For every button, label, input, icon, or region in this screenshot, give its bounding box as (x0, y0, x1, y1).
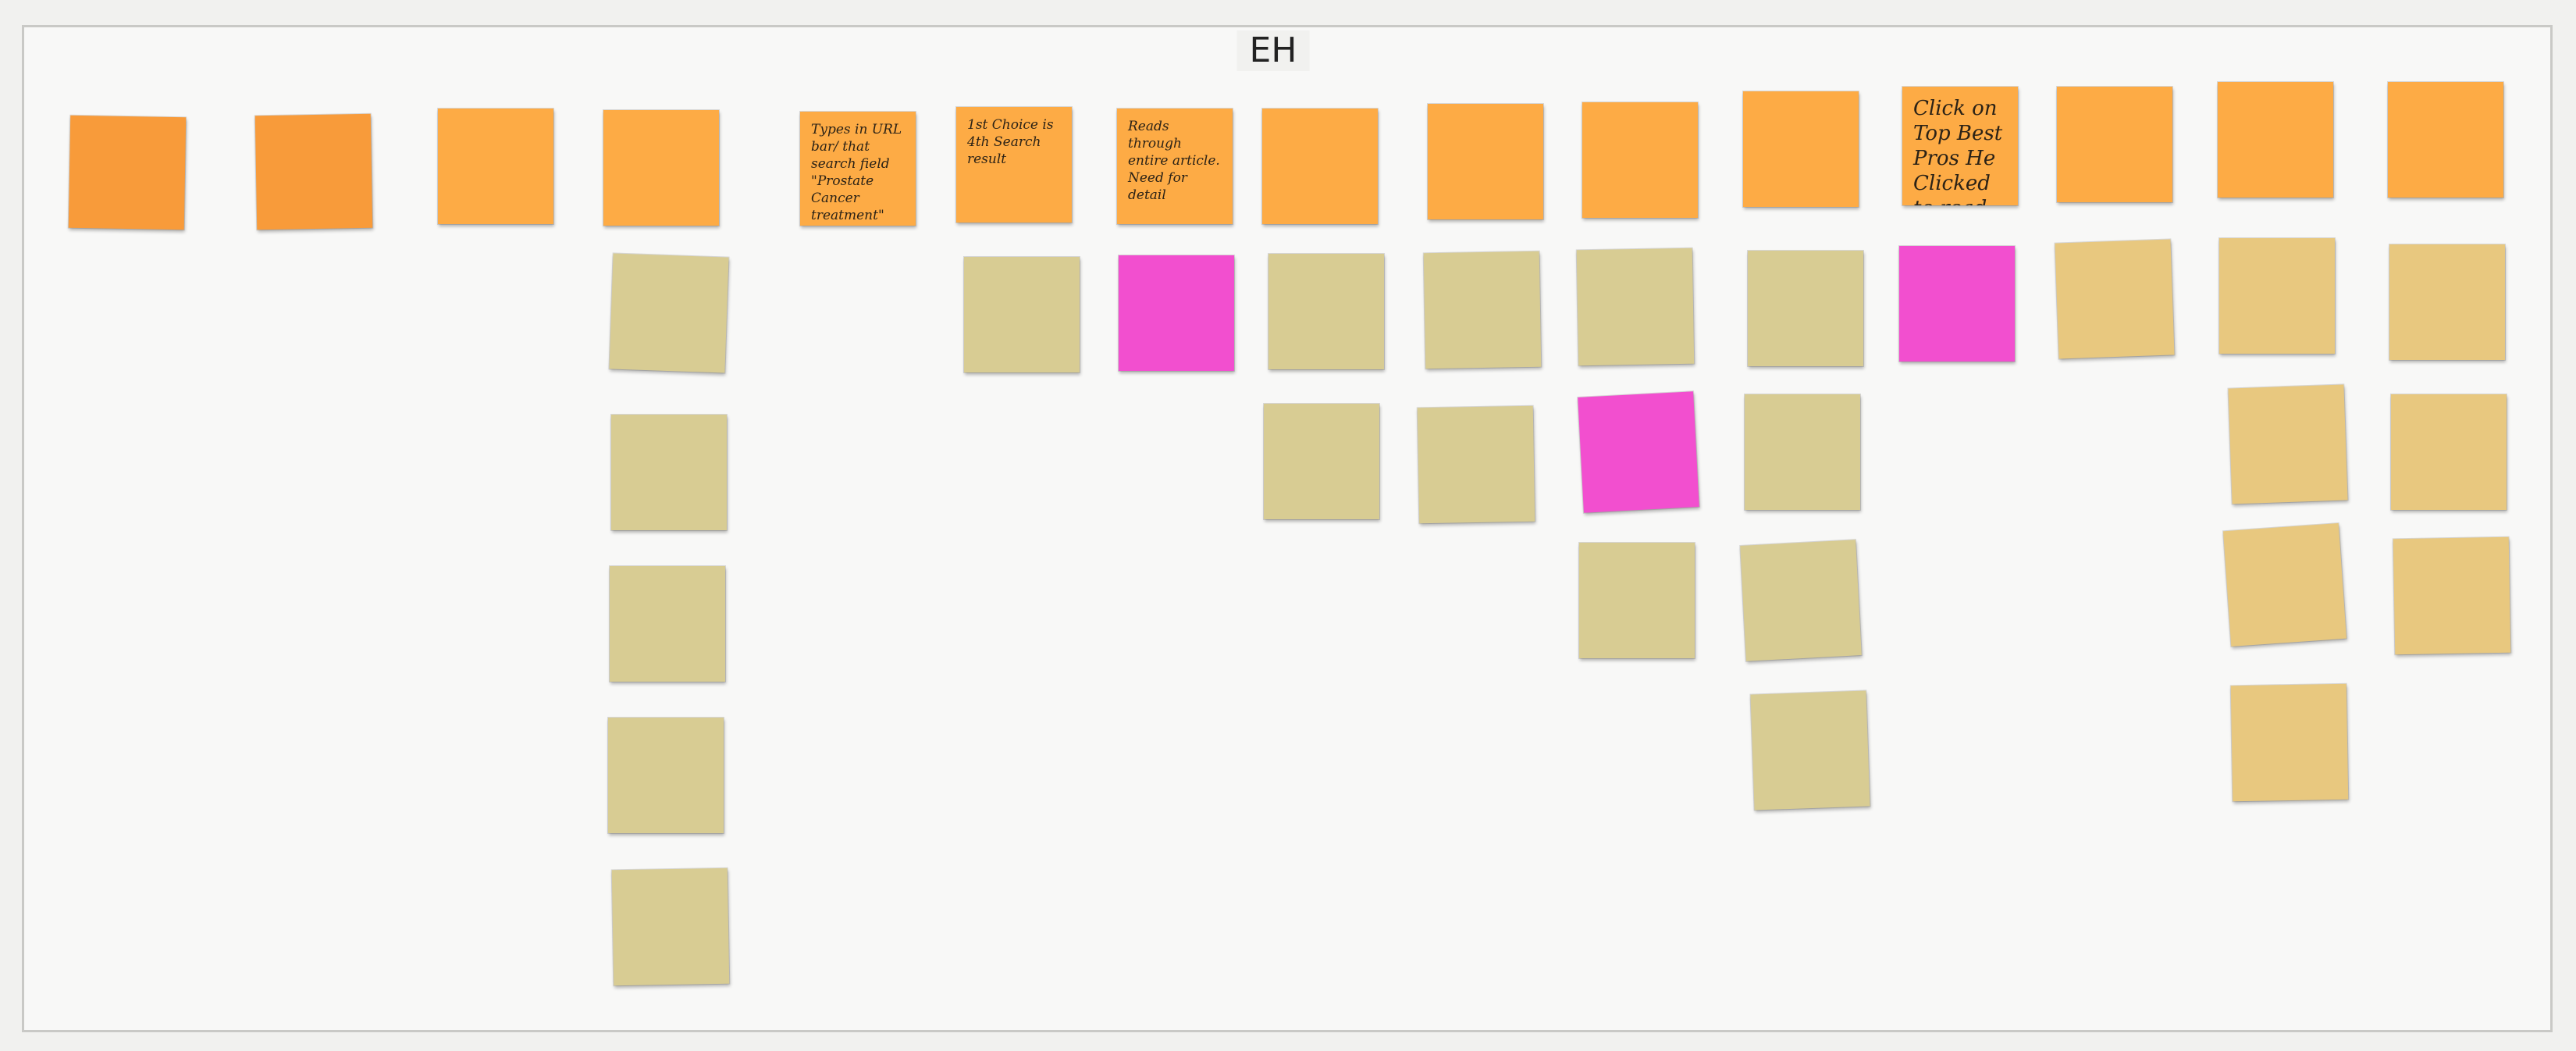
sticky-note[interactable] (609, 253, 729, 373)
sticky-note[interactable] (608, 718, 724, 833)
sticky-note[interactable]: Click on Top Best Pros He Clicked to rea… (1902, 87, 2018, 205)
sticky-note[interactable] (68, 115, 187, 230)
sticky-note[interactable] (1582, 102, 1698, 218)
sticky-note[interactable] (1268, 254, 1384, 369)
whiteboard-canvas[interactable]: EH Types in URL bar/ that search field "… (22, 25, 2553, 1032)
sticky-note[interactable] (2228, 384, 2348, 504)
sticky-note[interactable] (2389, 244, 2505, 360)
sticky-note[interactable] (1262, 109, 1378, 224)
sticky-note[interactable] (254, 113, 373, 230)
sticky-note[interactable] (1748, 251, 1863, 366)
board-title: EH (1236, 30, 1310, 71)
sticky-note[interactable] (1576, 248, 1695, 366)
sticky-note[interactable] (2055, 239, 2175, 359)
sticky-note[interactable] (1899, 246, 2015, 362)
sticky-note[interactable] (2230, 683, 2349, 802)
sticky-note[interactable] (1428, 104, 1543, 219)
sticky-note[interactable] (1579, 543, 1695, 658)
sticky-note[interactable] (2057, 87, 2172, 202)
sticky-note[interactable] (1264, 404, 1379, 519)
sticky-note[interactable]: Types in URL bar/ that search field "Pro… (800, 112, 916, 226)
sticky-note[interactable] (964, 257, 1080, 372)
sticky-note[interactable] (1743, 91, 1859, 207)
sticky-note[interactable] (611, 415, 727, 530)
sticky-note[interactable]: 1st Choice is 4th Search result (956, 107, 1072, 223)
sticky-note[interactable] (603, 110, 719, 226)
sticky-note[interactable] (2219, 238, 2335, 354)
sticky-note[interactable] (1745, 394, 1860, 510)
sticky-note[interactable] (2218, 82, 2333, 198)
sticky-note[interactable] (1750, 690, 1870, 811)
sticky-note[interactable] (1578, 391, 1699, 513)
sticky-note[interactable] (2391, 394, 2507, 510)
sticky-note[interactable]: Reads through entire article. Need for d… (1117, 109, 1233, 224)
sticky-note[interactable] (2388, 82, 2503, 198)
sticky-note[interactable] (1417, 405, 1535, 524)
sticky-note[interactable] (2223, 523, 2347, 647)
sticky-note[interactable] (438, 109, 553, 224)
sticky-note[interactable] (2393, 536, 2511, 655)
sticky-note[interactable] (610, 566, 725, 682)
sticky-note[interactable] (611, 868, 730, 986)
sticky-note[interactable] (1119, 255, 1234, 371)
sticky-note[interactable] (1740, 540, 1862, 661)
sticky-note[interactable] (1423, 251, 1542, 369)
